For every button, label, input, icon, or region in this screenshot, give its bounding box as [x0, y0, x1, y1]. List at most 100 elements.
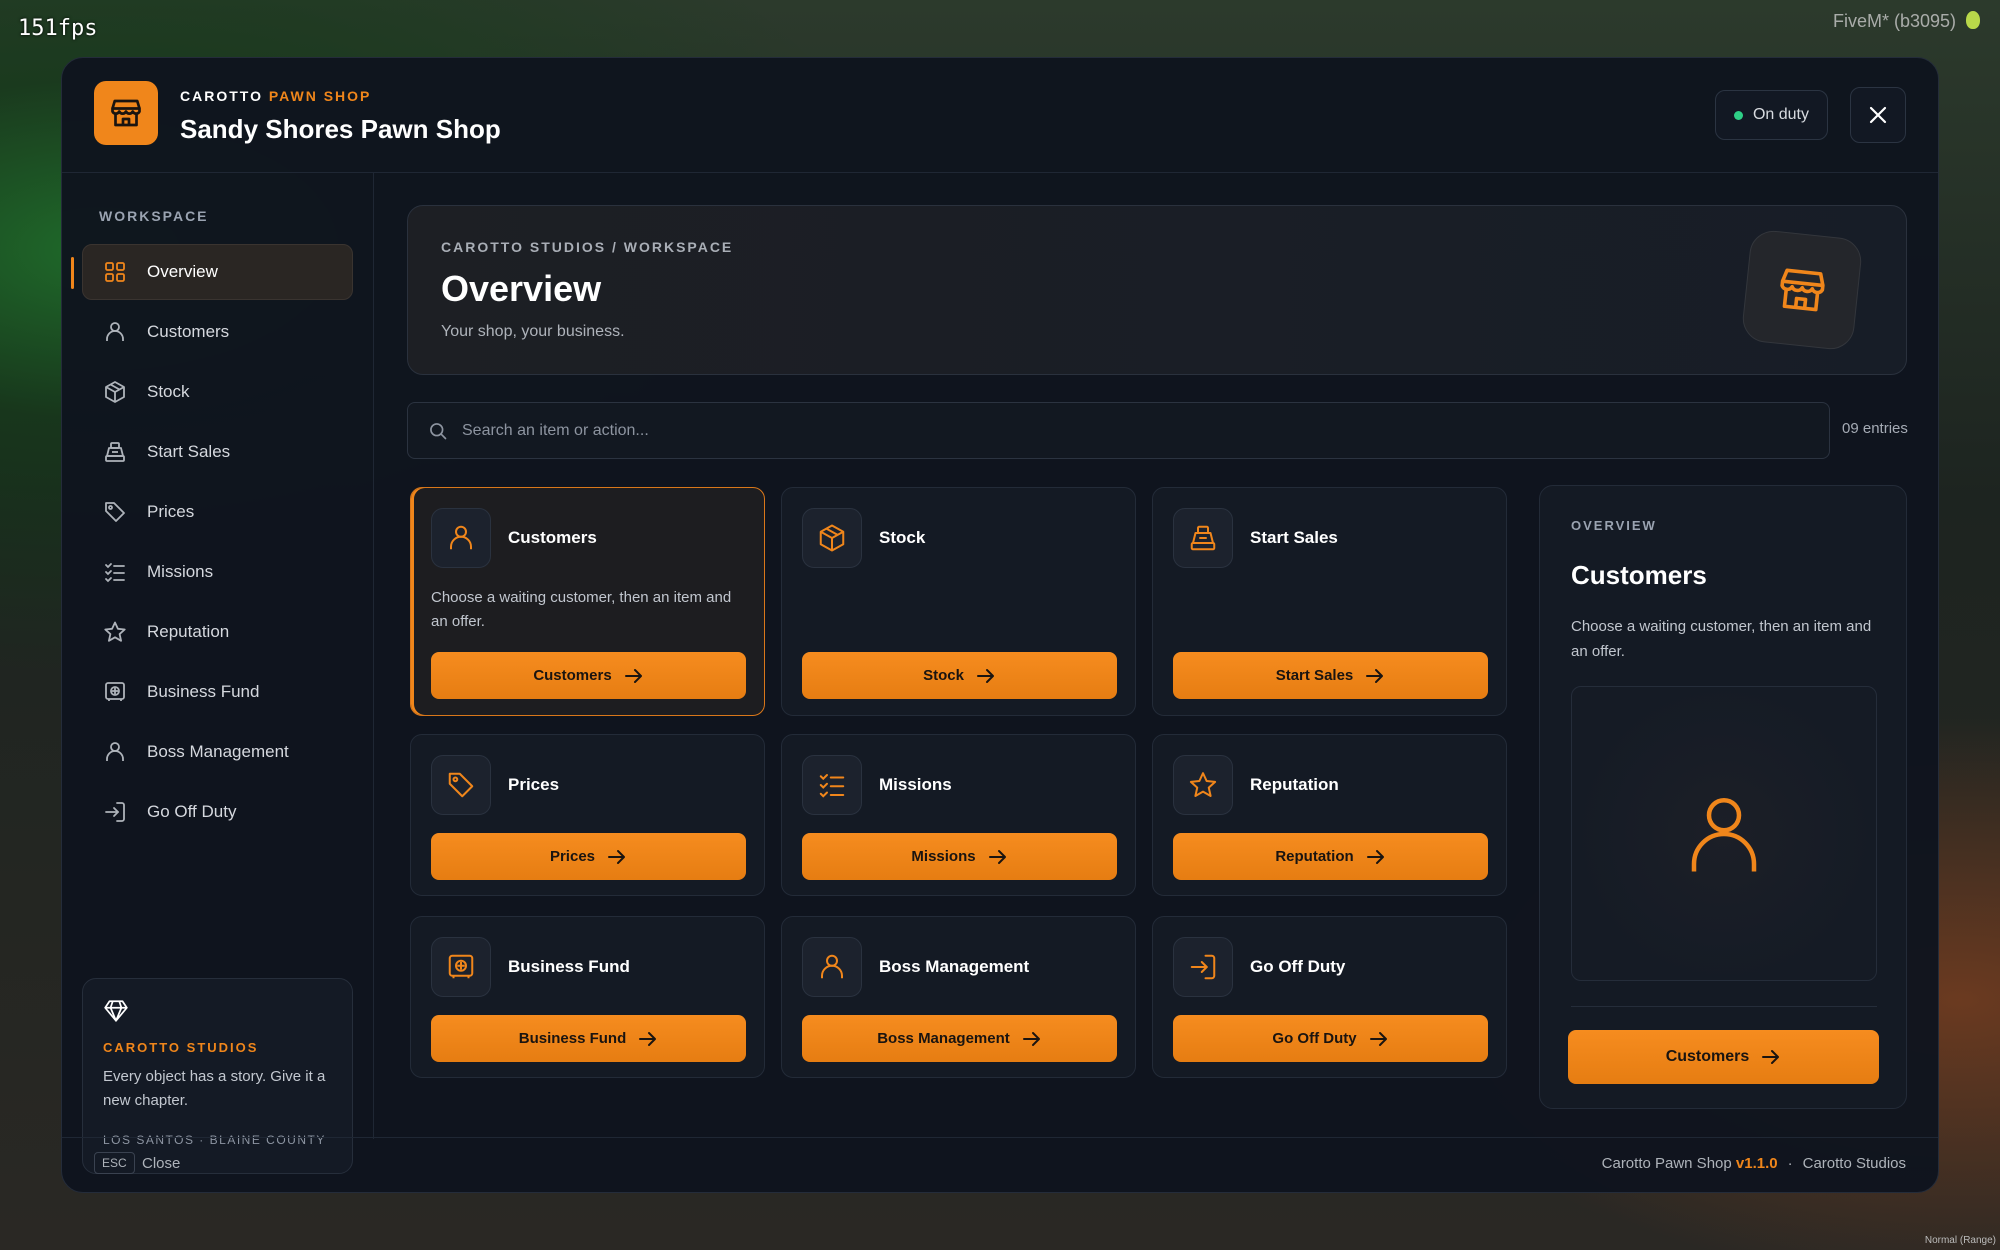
shop-logo-icon — [94, 81, 158, 145]
corner-note: Normal (Range) — [1924, 1235, 1996, 1246]
sidebar-item-reputation[interactable]: Reputation — [82, 604, 353, 660]
person-icon — [106, 742, 124, 761]
card-title: Customers — [508, 528, 597, 547]
arrow-right-icon — [624, 668, 642, 683]
star-icon — [1173, 755, 1233, 815]
sidebar-title: WORKSPACE — [99, 208, 209, 224]
sidebar: WORKSPACE Overview Customers Stock Start… — [62, 173, 374, 1174]
brand-line: CAROTTO PAWN SHOP — [180, 88, 372, 104]
customers-button[interactable]: Customers — [431, 652, 746, 699]
card-title: Boss Management — [879, 957, 1030, 976]
arrow-right-icon — [1369, 1031, 1387, 1046]
version: v1.1.0 — [1735, 1155, 1778, 1172]
card-boss-management[interactable]: Boss Management Boss Management — [781, 916, 1136, 1078]
diamond-icon — [104, 1000, 128, 1022]
sidebar-item-start-sales[interactable]: Start Sales — [82, 424, 353, 480]
sidebar-item-missions[interactable]: Missions — [82, 544, 353, 600]
overview-hero: CAROTTO STUDIOS / WORKSPACE Overview You… — [407, 205, 1907, 375]
card-business-fund[interactable]: Business Fund Business Fund — [410, 916, 765, 1078]
sidebar-nav: Overview Customers Stock Start Sales Pri… — [71, 244, 353, 844]
arrow-right-icon — [976, 668, 994, 683]
sidebar-item-boss-management[interactable]: Boss Management — [82, 724, 353, 780]
go-off-duty-button[interactable]: Go Off Duty — [1173, 1015, 1488, 1062]
detail-panel: OVERVIEW Customers Choose a waiting cust… — [1539, 485, 1907, 1109]
safe-icon — [105, 682, 125, 701]
card-prices[interactable]: Prices Prices — [410, 734, 765, 896]
arrow-right-icon — [1366, 849, 1384, 864]
card-start-sales[interactable]: Start Sales Start Sales — [1152, 487, 1507, 716]
detail-description: Choose a waiting customer, then an item … — [1571, 618, 1872, 660]
page-title: Overview — [441, 268, 602, 309]
card-go-off-duty[interactable]: Go Off Duty Go Off Duty — [1152, 916, 1507, 1078]
card-customers[interactable]: Customers Choose a waiting customer, the… — [410, 487, 765, 716]
register-icon — [1173, 508, 1233, 568]
register-icon — [105, 442, 125, 462]
business-fund-button[interactable]: Business Fund — [431, 1015, 746, 1062]
arrow-right-icon — [1762, 1050, 1780, 1064]
page-subtitle: Your shop, your business. — [441, 323, 625, 340]
missions-button[interactable]: Missions — [802, 833, 1117, 880]
card-title: Missions — [879, 775, 952, 794]
box-icon — [802, 508, 862, 568]
sidebar-item-prices[interactable]: Prices — [82, 484, 353, 540]
card-title: Business Fund — [508, 957, 630, 976]
promo-title: CAROTTO STUDIOS — [103, 1040, 259, 1055]
arrow-right-icon — [1022, 1031, 1040, 1046]
card-title: Start Sales — [1250, 528, 1338, 547]
card-title: Prices — [508, 775, 560, 794]
person-icon — [1691, 797, 1757, 871]
product-name: Carotto Pawn Shop — [1601, 1155, 1732, 1172]
box-icon — [105, 381, 125, 403]
fivem-icon — [1966, 11, 1980, 29]
sidebar-item-overview[interactable]: Overview — [71, 244, 353, 300]
checklist-icon — [802, 755, 862, 815]
person-icon — [106, 322, 124, 341]
client-version: FiveM* (b3095) — [1832, 11, 1956, 31]
arrow-right-icon — [639, 1031, 657, 1046]
pawn-shop-window: CAROTTO PAWN SHOP Sandy Shores Pawn Shop… — [61, 57, 1939, 1193]
footer-credits: Carotto Pawn Shop v1.1.0 · Carotto Studi… — [1602, 1155, 1906, 1172]
start-sales-button[interactable]: Start Sales — [1173, 652, 1488, 699]
card-title: Reputation — [1250, 775, 1339, 794]
status-dot-icon — [1733, 110, 1743, 120]
sidebar-item-go-off-duty[interactable]: Go Off Duty — [82, 784, 353, 840]
footer: ESC Close Carotto Pawn Shop v1.1.0 · Car… — [62, 1137, 1938, 1192]
exit-icon — [1173, 937, 1233, 997]
arrow-right-icon — [988, 849, 1006, 864]
arrow-right-icon — [608, 849, 626, 864]
search-bar — [407, 402, 1830, 459]
breadcrumb: CAROTTO STUDIOS / WORKSPACE — [441, 239, 734, 255]
star-icon — [104, 621, 126, 642]
close-icon — [1869, 106, 1887, 124]
prices-button[interactable]: Prices — [431, 833, 746, 880]
detail-action-button[interactable]: Customers — [1568, 1030, 1879, 1084]
search-input[interactable] — [462, 421, 1829, 440]
checklist-icon — [105, 563, 125, 583]
reputation-button[interactable]: Reputation — [1173, 833, 1488, 880]
card-stock[interactable]: Stock Stock — [781, 487, 1136, 716]
tag-icon — [431, 755, 491, 815]
person-icon — [802, 937, 862, 997]
person-icon — [431, 508, 491, 568]
sidebar-item-business-fund[interactable]: Business Fund — [82, 664, 353, 720]
stock-button[interactable]: Stock — [802, 652, 1117, 699]
card-title: Stock — [879, 528, 926, 547]
sidebar-item-customers[interactable]: Customers — [82, 304, 353, 360]
card-missions[interactable]: Missions Missions — [781, 734, 1136, 896]
entries-count: 09 entries — [1842, 420, 1908, 437]
card-reputation[interactable]: Reputation Reputation — [1152, 734, 1507, 896]
search-icon — [430, 422, 447, 439]
esc-key[interactable]: ESC — [94, 1152, 135, 1174]
card-title: Go Off Duty — [1250, 957, 1346, 976]
detail-title: Customers — [1571, 560, 1707, 590]
promo-text: Every object has a story. Give it a new … — [103, 1068, 326, 1109]
grid-icon — [105, 262, 125, 282]
tag-icon — [105, 502, 125, 522]
boss-management-button[interactable]: Boss Management — [802, 1015, 1117, 1062]
detail-label: OVERVIEW — [1571, 518, 1657, 533]
header: CAROTTO PAWN SHOP Sandy Shores Pawn Shop… — [62, 58, 1938, 173]
close-button[interactable] — [1850, 87, 1906, 143]
detail-preview — [1571, 686, 1877, 981]
sidebar-item-stock[interactable]: Stock — [82, 364, 353, 420]
duty-status-badge[interactable]: On duty — [1714, 90, 1828, 140]
